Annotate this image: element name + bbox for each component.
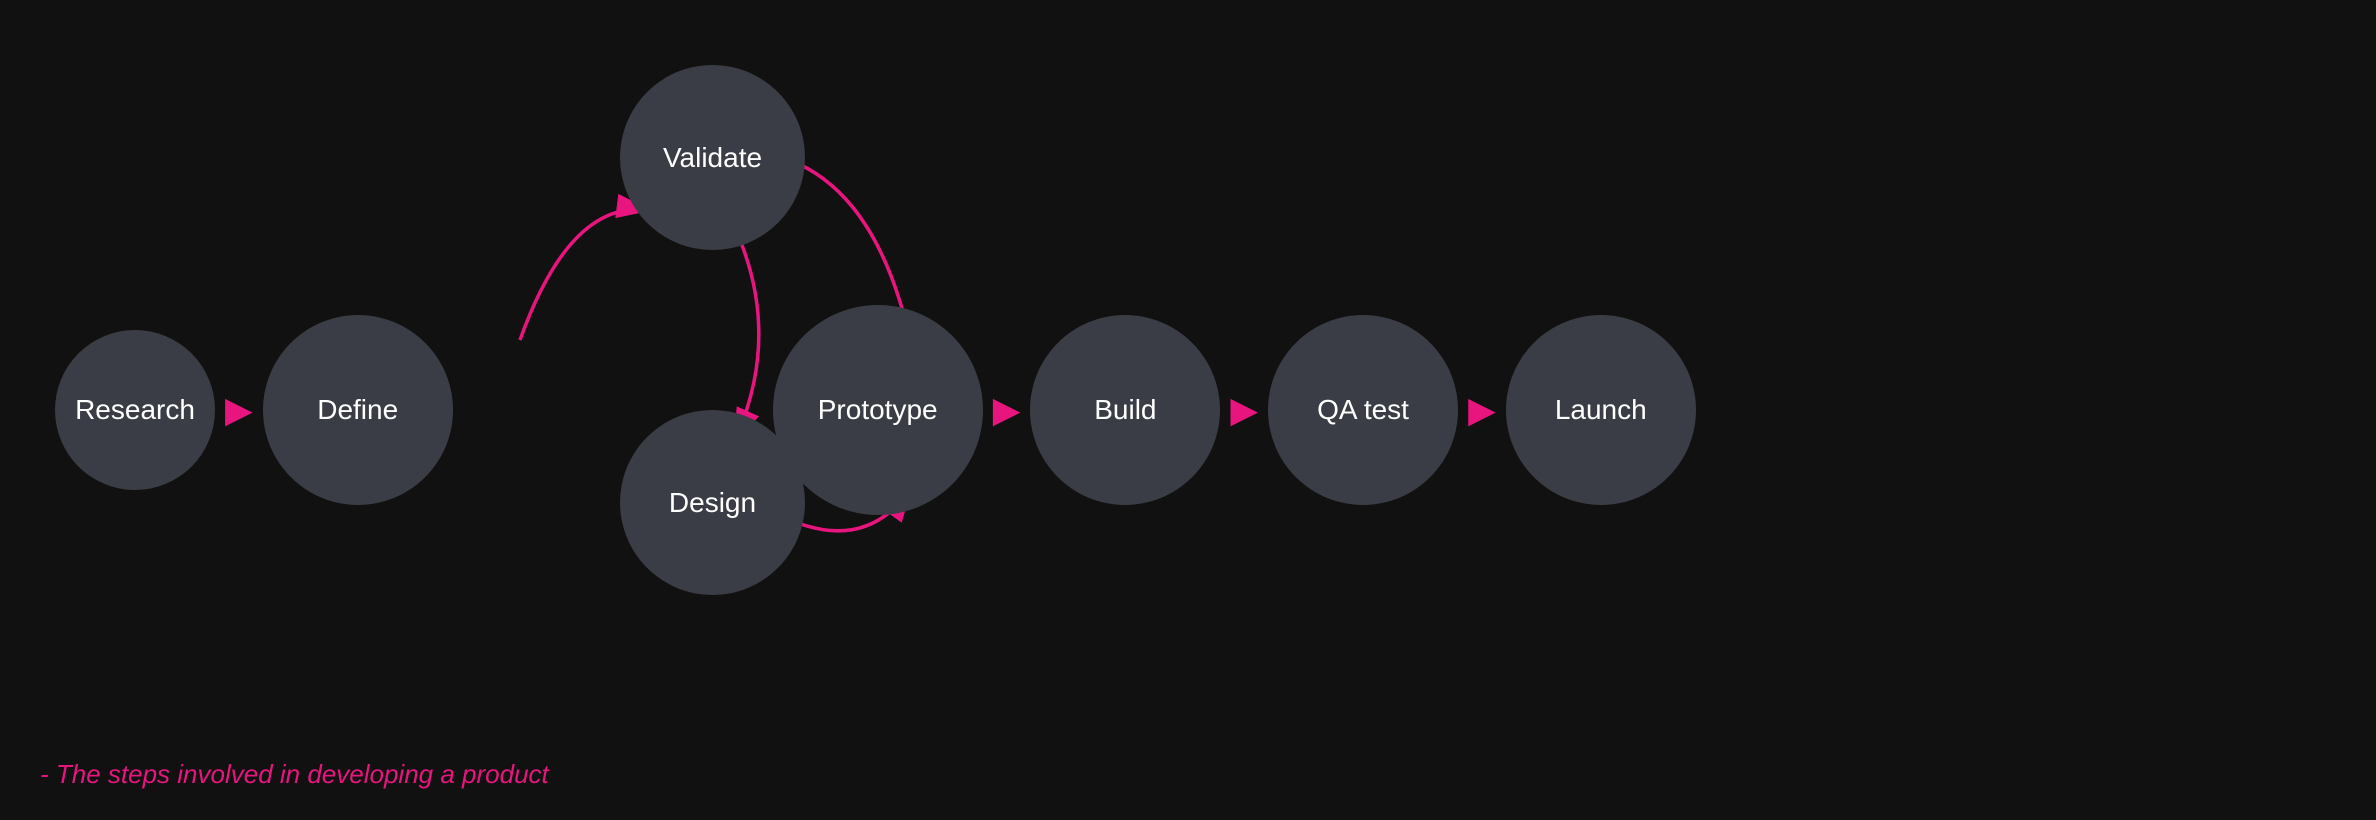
arrow-prototype-build: ▶ xyxy=(993,392,1021,428)
research-node: Research xyxy=(55,330,215,490)
prototype-label: Prototype xyxy=(818,394,938,426)
define-node: Define xyxy=(263,315,453,505)
define-label: Define xyxy=(317,394,398,426)
build-label: Build xyxy=(1094,394,1156,426)
diagram-container: Research ▶ Define Prototype ▶ Build ▶ QA… xyxy=(0,0,2376,820)
design-label: Design xyxy=(669,487,756,519)
research-label: Research xyxy=(75,394,195,426)
launch-label: Launch xyxy=(1555,394,1647,426)
design-node: Design xyxy=(620,410,805,595)
caption: - The steps involved in developing a pro… xyxy=(40,759,549,790)
build-node: Build xyxy=(1030,315,1220,505)
arrow-qa-launch: ▶ xyxy=(1468,392,1496,428)
launch-node: Launch xyxy=(1506,315,1696,505)
prototype-node: Prototype xyxy=(773,305,983,515)
qatest-node: QA test xyxy=(1268,315,1458,505)
validate-node: Validate xyxy=(620,65,805,250)
validate-label: Validate xyxy=(663,142,762,174)
arrow-build-qa: ▶ xyxy=(1230,392,1258,428)
arrow-research-define: ▶ xyxy=(225,392,253,428)
caption-text: - The steps involved in developing a pro… xyxy=(40,759,549,789)
qatest-label: QA test xyxy=(1317,394,1409,426)
